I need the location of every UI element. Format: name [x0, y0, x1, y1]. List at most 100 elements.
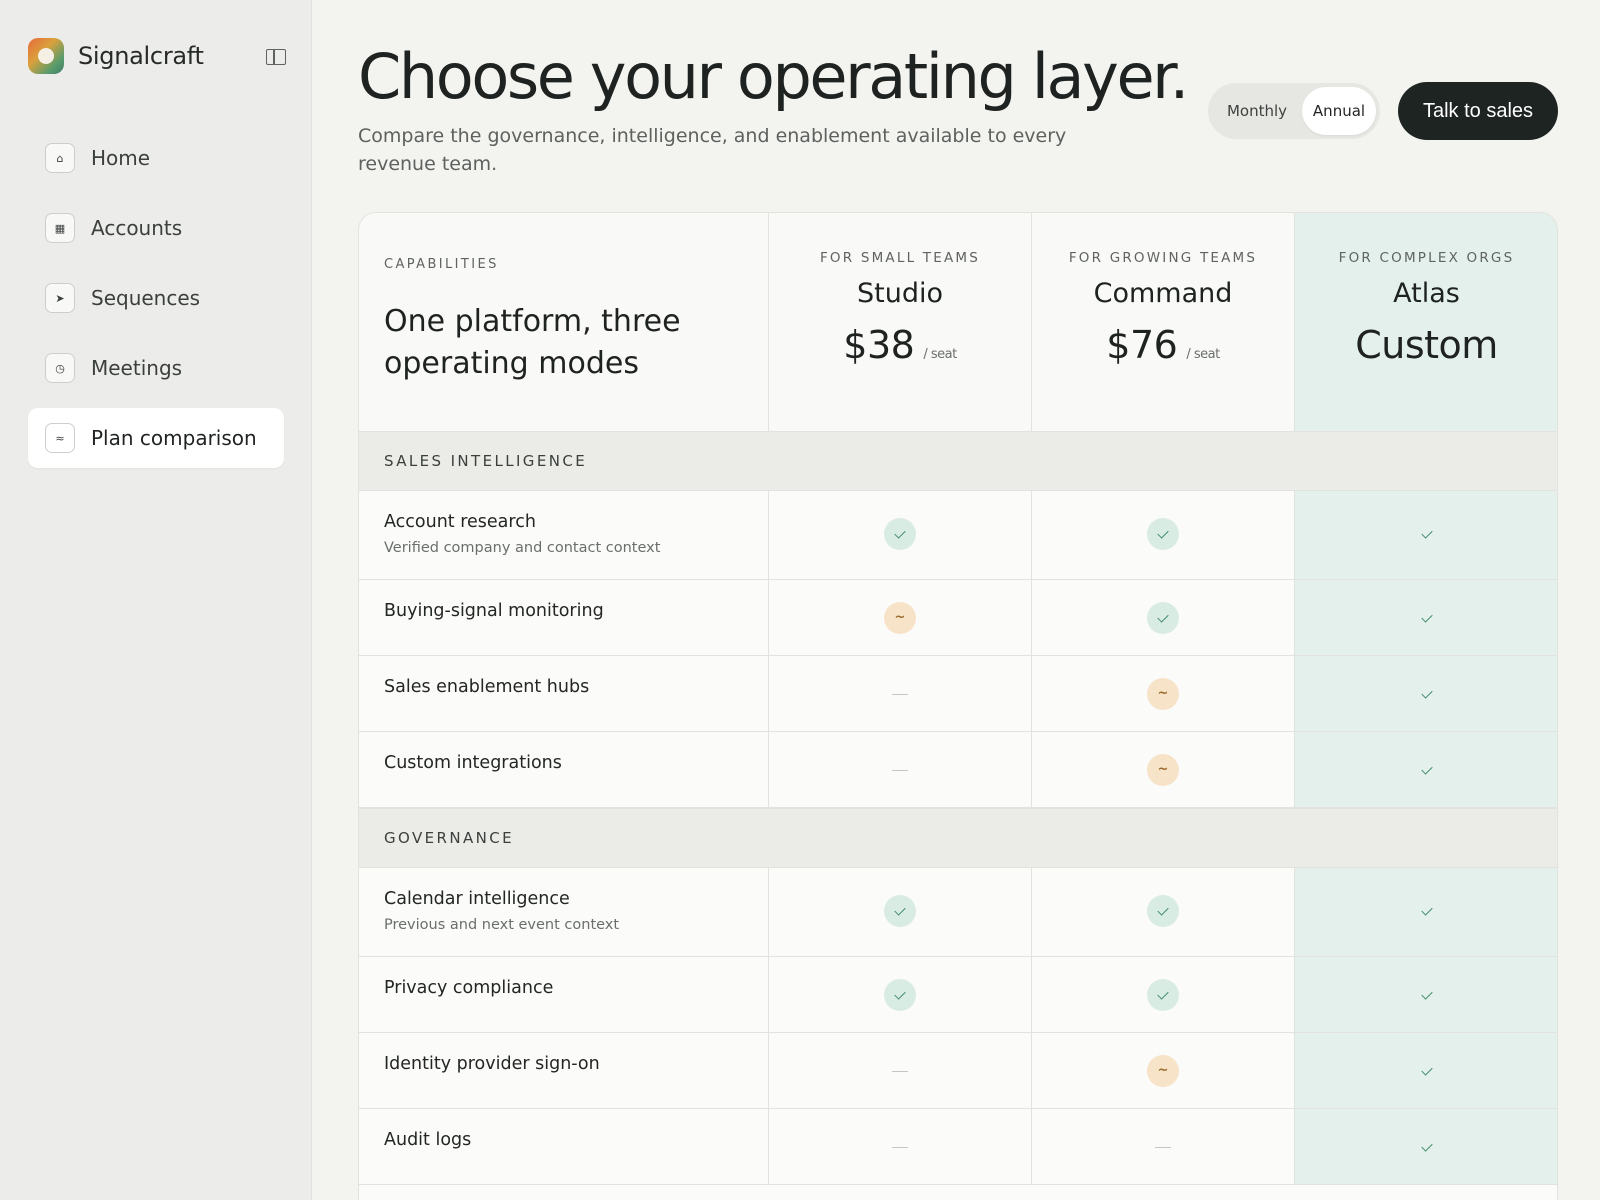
feature-name: Account research	[384, 512, 536, 532]
check-mark-glyph	[1420, 762, 1433, 775]
sidebar-item-label: Home	[91, 146, 151, 170]
capabilities-label: CAPABILITIES	[384, 257, 499, 272]
plan-cell-studio	[769, 656, 1032, 731]
check-icon	[1147, 518, 1179, 550]
plan-cell-studio	[769, 957, 1032, 1032]
price-unit: / seat	[1186, 347, 1220, 362]
check-icon	[884, 518, 916, 550]
feature-name: Calendar intelligence	[384, 889, 570, 909]
check-icon	[1411, 979, 1443, 1011]
capabilities-header: CAPABILITIES One platform, three operati…	[359, 213, 769, 431]
check-mark-glyph	[1420, 1139, 1433, 1152]
feature-description: Previous and next event context	[384, 917, 620, 933]
plan-eyebrow: FOR GROWING TEAMS	[1068, 250, 1258, 266]
plan-comparison-table: CAPABILITIES One platform, three operati…	[358, 212, 1558, 1200]
check-icon	[1147, 979, 1179, 1011]
table-row: Custom integrations ~	[359, 732, 1557, 808]
plan-cell-atlas	[1295, 868, 1557, 956]
check-icon	[1411, 678, 1443, 710]
section-label: GOVERNANCE	[384, 829, 514, 847]
not-included-icon	[892, 694, 908, 696]
brand-name: Signalcraft	[78, 42, 204, 70]
plan-cell-atlas	[1295, 656, 1557, 731]
sidebar-item-sequences[interactable]: ➤ Sequences	[28, 268, 284, 328]
plan-cell-studio	[769, 732, 1032, 807]
check-icon	[1411, 1131, 1443, 1163]
plan-cell-atlas	[1295, 1109, 1557, 1184]
check-mark-glyph	[1420, 987, 1433, 1000]
check-icon	[884, 979, 916, 1011]
check-mark-glyph	[1420, 686, 1433, 699]
check-mark-glyph	[1157, 987, 1169, 1000]
plan-cell-atlas	[1295, 732, 1557, 807]
check-mark-glyph	[1157, 903, 1169, 916]
partial-icon: ~	[1147, 678, 1179, 710]
feature-cell: Privacy compliance	[359, 957, 769, 1032]
feature-cell: Identity provider sign-on	[359, 1033, 769, 1108]
table-row: Identity provider sign-on ~	[359, 1033, 1557, 1109]
feature-name: Buying-signal monitoring	[384, 601, 604, 621]
table-row: Account research Verified company and con…	[359, 491, 1557, 580]
not-included-icon	[892, 1071, 908, 1073]
brand[interactable]: Signalcraft	[28, 38, 204, 74]
plan-cell-studio	[769, 1033, 1032, 1108]
sidebar-item-meetings[interactable]: ◷ Meetings	[28, 338, 284, 398]
check-mark-glyph	[894, 526, 906, 539]
billing-monthly-option[interactable]: Monthly	[1212, 87, 1302, 135]
sidebar-item-label: Plan comparison	[91, 426, 257, 450]
price-value: $76	[1106, 323, 1178, 367]
not-included-icon	[1155, 1147, 1171, 1149]
plan-name: Command	[1093, 278, 1233, 309]
signalcraft-logo-icon	[28, 38, 64, 74]
plan-price: $38 / seat	[769, 323, 1031, 369]
check-icon	[1147, 602, 1179, 634]
plan-cell-studio	[769, 491, 1032, 579]
feature-name: Identity provider sign-on	[384, 1054, 600, 1074]
partial-glyph: ~	[1157, 1062, 1169, 1078]
sidebar-item-accounts[interactable]: ▦ Accounts	[28, 198, 284, 258]
feature-cell: Custom integrations	[359, 732, 769, 807]
sidebar-nav: ⌂ Home ▦ Accounts ➤ Sequences ◷ Meetings ≈ Plan c…	[28, 128, 284, 478]
sidebar-item-label: Accounts	[91, 216, 183, 240]
plan-eyebrow: FOR SMALL TEAMS	[819, 250, 981, 266]
sidebar-item-home[interactable]: ⌂ Home	[28, 128, 284, 188]
meetings-icon: ◷	[45, 353, 75, 383]
sequences-icon: ➤	[45, 283, 75, 313]
plan-cell-atlas	[1295, 491, 1557, 579]
check-mark-glyph	[894, 987, 906, 1000]
plan-cell-atlas	[1295, 957, 1557, 1032]
partial-glyph: ~	[894, 609, 906, 625]
check-mark-glyph	[1420, 903, 1433, 916]
accounts-icon: ▦	[45, 213, 75, 243]
table-row: Sales enablement hubs ~	[359, 656, 1557, 732]
plan-cell-command	[1032, 1109, 1295, 1184]
plan-cell-atlas	[1295, 580, 1557, 655]
billing-annual-option[interactable]: Annual	[1302, 87, 1376, 135]
section-governance: GOVERNANCE	[359, 808, 1557, 868]
plan-price: Custom	[1295, 323, 1557, 369]
plan-cell-atlas	[1295, 1033, 1557, 1108]
partial-icon: ~	[1147, 1055, 1179, 1087]
sidebar-item-plan-comparison[interactable]: ≈ Plan comparison	[28, 408, 284, 468]
plan-cell-studio	[769, 1109, 1032, 1184]
plan-cell-command	[1032, 580, 1295, 655]
talk-to-sales-button[interactable]: Talk to sales	[1398, 82, 1558, 140]
sidebar-collapse-icon[interactable]	[266, 49, 286, 65]
feature-cell: Account research Verified company and con…	[359, 491, 769, 579]
plan-cell-command: ~	[1032, 732, 1295, 807]
price-value: $38	[843, 323, 915, 367]
partial-glyph: ~	[1157, 685, 1169, 701]
section-label: SALES INTELLIGENCE	[384, 452, 588, 470]
plan-comparison-icon: ≈	[45, 423, 75, 453]
price-unit: / seat	[923, 347, 957, 362]
check-mark-glyph	[1420, 526, 1433, 539]
page-title: Choose your operating layer.	[358, 40, 1189, 113]
plan-column-command: FOR GROWING TEAMS Command $76 / seat	[1032, 213, 1295, 431]
check-mark-glyph	[1157, 610, 1169, 623]
plan-cell-command: ~	[1032, 1033, 1295, 1108]
table-row: Calendar intelligence Previous and next e…	[359, 868, 1557, 957]
feature-name: Custom integrations	[384, 753, 562, 773]
feature-cell: Buying-signal monitoring	[359, 580, 769, 655]
plan-cell-studio	[769, 868, 1032, 956]
plan-cell-command	[1032, 491, 1295, 579]
